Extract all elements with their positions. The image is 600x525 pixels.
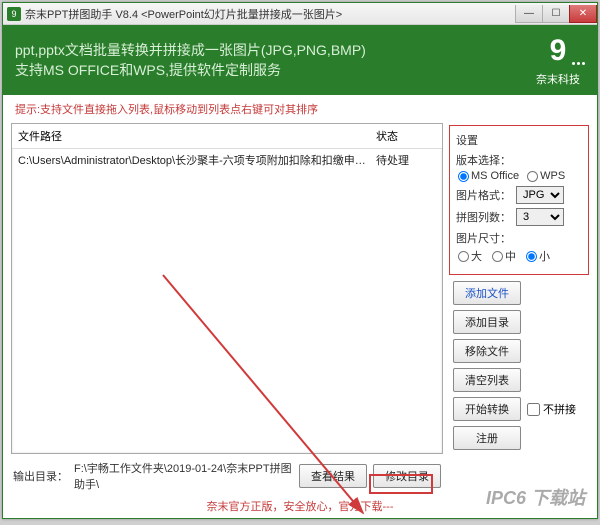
size-large-radio[interactable]: 大 [458,248,482,264]
remove-file-button[interactable]: 移除文件 [453,339,521,363]
list-header: 文件路径 状态 [12,124,442,149]
list-item[interactable]: C:\Users\Administrator\Desktop\长沙聚丰-六项专项… [12,149,442,171]
clear-list-button[interactable]: 清空列表 [453,368,521,392]
start-convert-button[interactable]: 开始转换 [453,397,521,421]
register-button[interactable]: 注册 [453,426,521,450]
output-dir-label: 输出目录： [13,468,68,484]
format-label: 图片格式： [456,187,512,203]
output-dir-path: F:\宇畅工作文件夹\2019-01-24\奈末PPT拼图助手\ [74,460,293,492]
size-small-radio[interactable]: 小 [526,248,550,264]
footer-note: 奈末官方正版，安全放心，官方下载--- [3,496,597,518]
app-icon: 9 [7,7,21,21]
header-line-2: 支持MS OFFICE和WPS,提供软件定制服务 [15,60,531,80]
add-dir-button[interactable]: 添加目录 [453,310,521,334]
add-file-button[interactable]: 添加文件 [453,281,521,305]
modify-dir-button[interactable]: 修改目录 [373,464,441,488]
header-line-1: ppt,pptx文档批量转换并拼接成一张图片(JPG,PNG,BMP) [15,40,531,60]
brand-name: 奈末科技 [536,71,580,87]
version-ms-radio[interactable]: MS Office [458,170,519,182]
cols-select[interactable]: 3 [516,208,564,226]
close-button[interactable]: ✕ [569,5,597,23]
cols-label: 拼图列数： [456,209,512,225]
format-select[interactable]: JPG [516,186,564,204]
brand-logo: 9 奈末科技 [531,33,585,87]
size-label: 图片尺寸： [456,230,512,246]
version-label: 版本选择： [456,152,512,168]
view-result-button[interactable]: 查看结果 [299,464,367,488]
settings-title: 设置 [456,132,582,148]
list-item-path: C:\Users\Administrator\Desktop\长沙聚丰-六项专项… [18,152,368,168]
file-list[interactable]: 文件路径 状态 C:\Users\Administrator\Desktop\长… [11,123,443,454]
list-item-status: 待处理 [368,152,436,168]
hint-text: 提示:支持文件直接拖入列表,鼠标移动到列表点右键可对其排序 [3,95,597,119]
settings-panel: 设置 版本选择： MS Office WPS 图片格式： JPG 拼图列数： 3 [449,125,589,275]
col-header-status: 状态 [368,128,436,144]
minimize-button[interactable]: — [515,5,543,23]
size-medium-radio[interactable]: 中 [492,248,516,264]
col-header-path: 文件路径 [18,128,368,144]
version-wps-radio[interactable]: WPS [527,170,565,182]
maximize-button[interactable]: ☐ [542,5,570,23]
no-join-checkbox[interactable]: 不拼接 [527,401,576,417]
titlebar: 9 奈末PPT拼图助手 V8.4 <PowerPoint幻灯片批量拼接成一张图片… [3,3,597,25]
header-banner: ppt,pptx文档批量转换并拼接成一张图片(JPG,PNG,BMP) 支持MS… [3,25,597,95]
window-title: 奈末PPT拼图助手 V8.4 <PowerPoint幻灯片批量拼接成一张图片> [25,6,516,22]
